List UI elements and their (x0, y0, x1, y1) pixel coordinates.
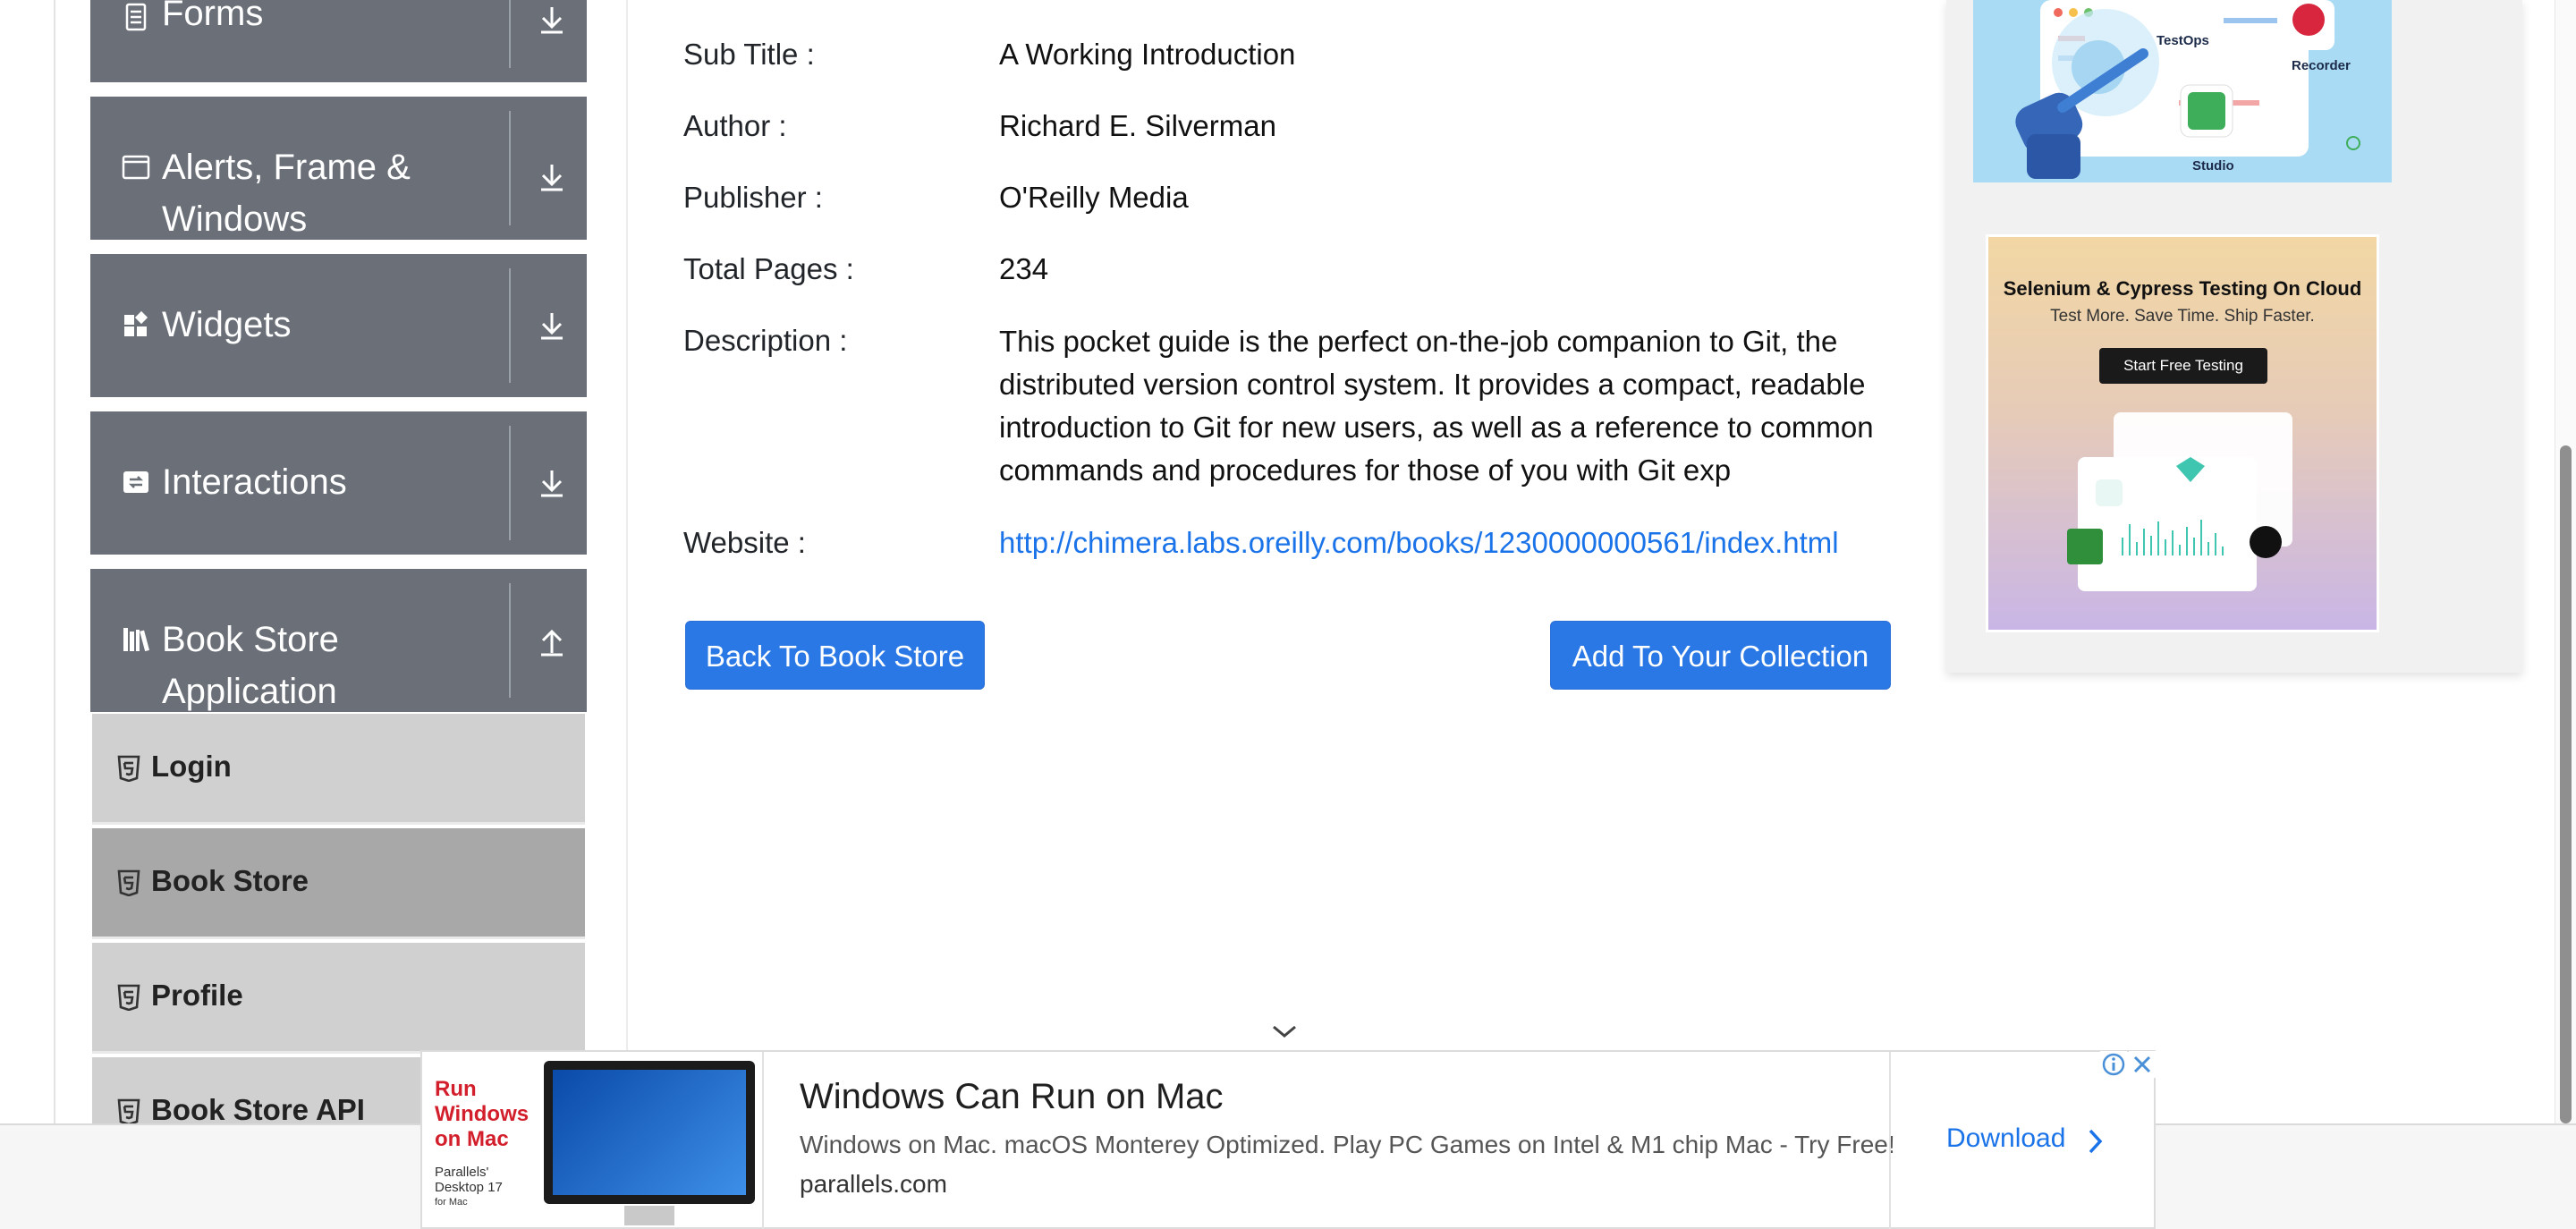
start-free-testing-button[interactable]: Start Free Testing (2099, 348, 2267, 384)
page: Forms Alerts, Frame & Windows Widgets In… (0, 0, 2576, 1229)
sidebar-item-book-store[interactable]: Book Store (92, 828, 585, 939)
website-link[interactable]: http://chimera.labs.oreilly.com/books/12… (999, 526, 1839, 560)
author-value: Richard E. Silverman (999, 109, 1276, 142)
selenium-cypress-ad[interactable]: Selenium & Cypress Testing On Cloud Test… (1986, 234, 2379, 632)
sidebar-item-label: Profile (151, 979, 243, 1012)
subtitle-label: Sub Title : (683, 38, 815, 71)
total-pages-value: 234 (999, 252, 1049, 285)
group-separator (509, 0, 511, 68)
dashboard-illustration (2067, 412, 2292, 591)
group-separator (509, 111, 511, 225)
widgets-icon (124, 310, 148, 336)
upload-arrow-icon[interactable] (534, 624, 570, 660)
ad-title: Selenium & Cypress Testing On Cloud (2003, 277, 2362, 300)
sidebar-item-login[interactable]: Login (92, 714, 585, 825)
document-icon (125, 3, 147, 31)
total-pages-label: Total Pages : (683, 252, 854, 285)
html5-icon (117, 1098, 140, 1125)
ad-domain: parallels.com (800, 1170, 947, 1198)
recorder-label: Recorder (2292, 58, 2351, 73)
group-separator (509, 426, 511, 540)
sidebar-group-label: Book Store (162, 620, 339, 659)
description-label: Description : (683, 324, 848, 357)
imac-illustration (544, 1061, 755, 1204)
sidebar-group-widgets[interactable]: Widgets (90, 254, 587, 397)
sidebar-group-alerts[interactable]: Alerts, Frame & Windows (90, 97, 587, 240)
group-separator (509, 583, 511, 698)
sidebar-group-label: Widgets (162, 305, 292, 344)
add-to-collection-button[interactable]: Add To Your Collection (1550, 621, 1891, 690)
scrollbar-thumb[interactable] (2560, 445, 2572, 1123)
sidebar-item-label: Book Store (151, 864, 309, 897)
publisher-label: Publisher : (683, 181, 823, 214)
website-label: Website : (683, 526, 806, 559)
sidebar-group-label-line2: Windows (162, 199, 308, 239)
ad-image: Run Windows on Mac Parallels' Desktop 17… (422, 1052, 764, 1229)
download-arrow-icon[interactable] (534, 465, 570, 501)
window-icon (122, 155, 150, 180)
sidebar-group-label-line2: Application (162, 672, 337, 711)
sidebar-group-interactions[interactable]: Interactions (90, 411, 587, 555)
testops-label: TestOps (2157, 33, 2209, 48)
parallels-brand: Parallels' Desktop 17 for Mac (435, 1165, 503, 1208)
ad-image-text: Run Windows on Mac (435, 1077, 530, 1151)
sidebar-group-forms[interactable]: Forms (90, 0, 587, 82)
ad-description: Windows on Mac. macOS Monterey Optimized… (800, 1131, 1895, 1158)
ad-subtitle: Test More. Save Time. Ship Faster. (2050, 307, 2315, 326)
katalon-ad[interactable]: TestOps Recorder Studio (1973, 0, 2392, 182)
sidebar-group-label: Alerts, Frame & (162, 148, 411, 187)
sidebar-item-label: Book Store API (151, 1093, 365, 1126)
katalon-illustration: TestOps Recorder Studio (2015, 0, 2360, 179)
parallels-ad[interactable]: Run Windows on Mac Parallels' Desktop 17… (420, 1050, 2156, 1229)
ad-headline[interactable]: Windows Can Run on Mac (800, 1077, 1224, 1117)
imac-stand (624, 1206, 674, 1225)
sidebar-group-label: Interactions (162, 462, 347, 502)
ad-separator (1889, 1052, 1891, 1229)
html5-icon (117, 869, 140, 896)
interactions-icon (123, 471, 148, 493)
subtitle-value: A Working Introduction (999, 38, 1296, 71)
books-icon (123, 628, 150, 652)
publisher-value: O'Reilly Media (999, 181, 1189, 214)
chevron-right-icon[interactable] (2086, 1127, 2104, 1156)
description-value: This pocket guide is the perfect on-the-… (999, 325, 1874, 487)
group-separator (509, 268, 511, 383)
studio-label: Studio (2192, 158, 2234, 174)
author-label: Author : (683, 109, 787, 142)
chevron-down-icon[interactable] (1270, 1021, 1299, 1041)
back-to-book-store-button[interactable]: Back To Book Store (685, 621, 985, 690)
download-arrow-icon[interactable] (534, 159, 570, 195)
close-icon[interactable] (2129, 1051, 2156, 1078)
left-border (54, 0, 55, 1123)
sidebar-item-label: Login (151, 750, 232, 783)
download-arrow-icon[interactable] (534, 308, 570, 343)
html5-icon (117, 755, 140, 782)
info-icon[interactable] (2100, 1051, 2127, 1078)
sidebar-group-label: Forms (162, 0, 264, 33)
download-arrow-icon[interactable] (534, 2, 570, 38)
sidebar-item-profile[interactable]: Profile (92, 943, 585, 1054)
sidebar-group-bookstore[interactable]: Book Store Application (90, 569, 587, 712)
html5-icon (117, 984, 140, 1011)
content-divider (626, 0, 628, 1123)
download-button[interactable]: Download (1946, 1123, 2065, 1154)
